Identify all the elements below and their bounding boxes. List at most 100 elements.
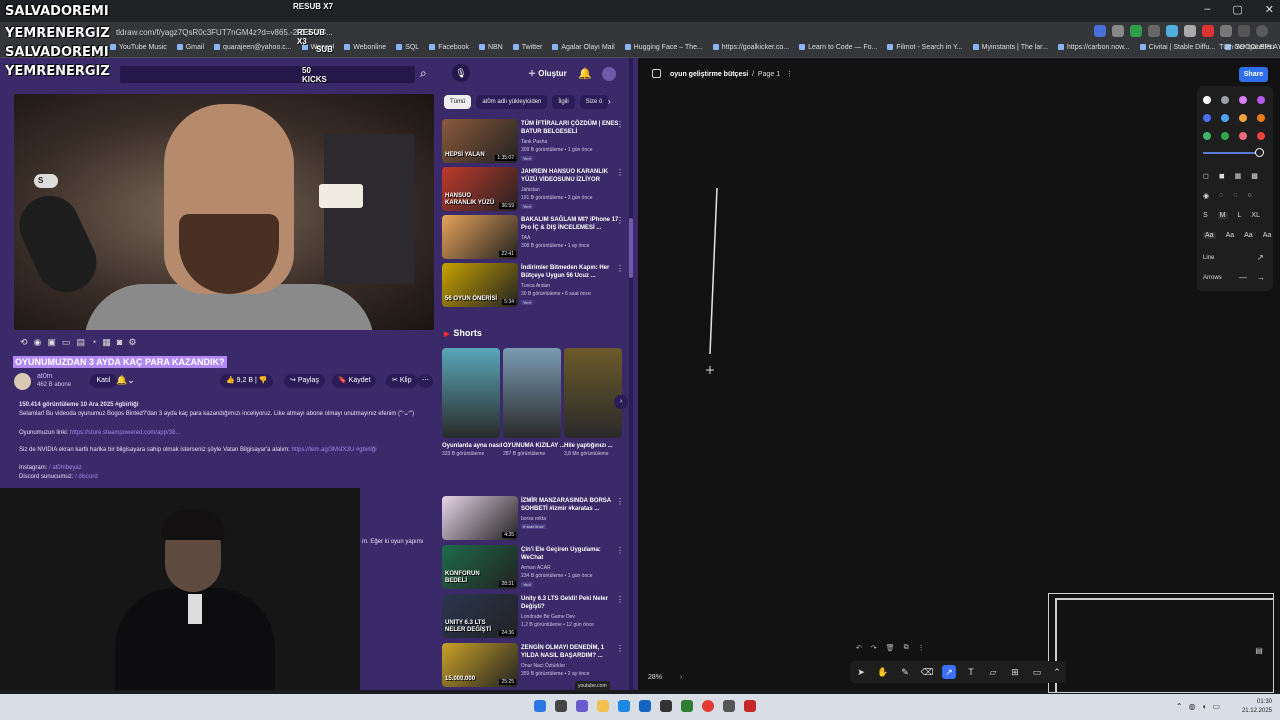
download-icon[interactable]	[1238, 25, 1250, 37]
video-thumbnail[interactable]: HANSUO KARANLIK YÜZÜ 36:59	[442, 167, 518, 211]
video-title[interactable]: İndirimler Bitmeden Kapın: Her Bütçeye U…	[521, 264, 621, 280]
puzzle-icon[interactable]	[1220, 25, 1232, 37]
audio-icon[interactable]: ◉	[34, 337, 42, 348]
opacity-slider-knob[interactable]	[1255, 148, 1264, 157]
color-swatch[interactable]	[1257, 114, 1265, 122]
recommended-video[interactable]: 4:35 İZMİR MANZARASINDA BORSA SOHBETİ #iz…	[442, 496, 632, 542]
color-swatch[interactable]	[1239, 114, 1247, 122]
app-icon[interactable]	[681, 700, 693, 712]
drawn-line[interactable]	[709, 187, 718, 355]
size-option[interactable]: S	[1203, 212, 1208, 219]
dash-dotted-icon[interactable]: ◌	[1233, 192, 1237, 200]
short-caption[interactable]: Hile yaptığınızı ... 3,8 Mn görüntüleme	[564, 442, 613, 458]
more-actions-icon[interactable]: ⋯	[418, 374, 433, 388]
font-option[interactable]: Aa	[1263, 232, 1272, 239]
short-thumbnail[interactable]	[442, 348, 500, 438]
video-thumbnail[interactable]: HEPSİ YALAN 1:35:07	[442, 119, 518, 163]
bookmark-item[interactable]: YouTube Music	[110, 44, 167, 51]
app-icon[interactable]	[576, 700, 588, 712]
network-icon[interactable]: ◍	[1189, 702, 1196, 711]
task-view-icon[interactable]	[555, 700, 567, 712]
video-channel[interactable]: Onur Naci Öztürkler	[521, 663, 565, 669]
video-player[interactable]: S	[14, 94, 434, 330]
color-swatch[interactable]	[1239, 96, 1247, 104]
color-swatch[interactable]	[1221, 114, 1229, 122]
bookmark-item[interactable]: Learn to Code — Fo...	[799, 44, 877, 51]
more-tools-icon[interactable]: ⌃	[1050, 665, 1064, 679]
dash-solid-icon[interactable]: ○	[1247, 192, 1251, 200]
extension-icon[interactable]	[1130, 25, 1142, 37]
video-channel[interactable]: Arman ACAR	[521, 565, 551, 571]
search-icon[interactable]: ⌕	[420, 66, 427, 81]
extension-icon[interactable]	[1202, 25, 1214, 37]
recommended-video[interactable]: HANSUO KARANLIK YÜZÜ 36:59 JAHREIN HANSUO …	[442, 167, 632, 213]
bookmark-item[interactable]: Agalar Olayı Mail	[552, 44, 614, 51]
camera-icon[interactable]: ◙	[117, 337, 122, 348]
recommended-video[interactable]: 56 OYUN ÖNERİSİ 5:34 İndirimler Bitmeden K…	[442, 263, 632, 309]
text-tool-icon[interactable]: T	[964, 665, 978, 679]
video-thumbnail[interactable]: 15.000.000 25:25	[442, 643, 518, 687]
video-title[interactable]: Unity 6.3 LTS Geldi! Peki Neler Değişti?	[521, 595, 621, 611]
video-channel[interactable]: Londrade Bir Game Dev	[521, 614, 575, 620]
short-thumbnail[interactable]	[564, 348, 622, 438]
opacity-slider[interactable]	[1203, 152, 1259, 154]
short-caption[interactable]: Oyunlarda ayna nasıl ... 333 B görüntülem…	[442, 442, 509, 458]
eraser-tool-icon[interactable]: ⌫	[920, 665, 934, 679]
fill-none-icon[interactable]: ◻	[1203, 172, 1209, 180]
battery-icon[interactable]: ▭	[1212, 702, 1220, 711]
like-button[interactable]: 👍 9,2 B | 👎	[220, 374, 274, 388]
clip-button[interactable]: ✂ Klip	[386, 374, 418, 388]
video-thumbnail[interactable]: KONFORUN BEDELİ 28:31	[442, 545, 518, 589]
filter-chip[interactable]: İlgili	[552, 95, 575, 109]
video-thumbnail[interactable]: 56 OYUN ÖNERİSİ 5:34	[442, 263, 518, 307]
zoom-menu-icon[interactable]: ›	[680, 674, 682, 681]
bookmark-item[interactable]: Weanal	[302, 44, 335, 51]
recommended-video[interactable]: HEPSİ YALAN 1:35:07 TÜM İFTİRALARI ÇÖZDÜM …	[442, 119, 632, 165]
bookmark-item[interactable]: https://carbon.now...	[1058, 44, 1130, 51]
edge-icon[interactable]	[618, 700, 630, 712]
font-option[interactable]: Aa	[1203, 232, 1216, 239]
start-icon[interactable]	[534, 700, 546, 712]
duplicate-icon[interactable]: ⧉	[904, 644, 909, 652]
extension-icon[interactable]	[1094, 25, 1106, 37]
video-title[interactable]: ZENGİN OLMAYI DENEDİM, 1 YILDA NASIL BAŞ…	[521, 644, 621, 660]
profile-icon[interactable]	[1256, 25, 1268, 37]
avatar[interactable]	[602, 67, 616, 81]
shorts-next-icon[interactable]: ›	[614, 395, 628, 409]
size-option[interactable]: XL	[1251, 212, 1260, 219]
subscribe-bell-icon[interactable]: 🔔⌄	[116, 375, 135, 386]
bookmark-item[interactable]: https://goalkicker.co...	[713, 44, 789, 51]
store-icon[interactable]	[639, 700, 651, 712]
chevron-right-icon[interactable]: ›	[608, 97, 611, 106]
discord-link[interactable]: / discord	[75, 474, 98, 480]
video-channel[interactable]: borsa rokta	[521, 516, 546, 522]
chrome-icon[interactable]	[702, 700, 714, 712]
app-icon[interactable]	[660, 700, 672, 712]
app-icon[interactable]	[723, 700, 735, 712]
loop-icon[interactable]: ⟲	[20, 337, 28, 348]
video-description[interactable]: 150.414 görüntüleme 10 Ara 2025 #gbirliğ…	[14, 396, 434, 486]
arrow-tool-icon[interactable]: ↗	[942, 665, 956, 679]
color-swatch[interactable]	[1203, 132, 1211, 140]
bookmark-item[interactable]: Civitai | Stable Diffu...	[1140, 44, 1216, 51]
minimize-icon[interactable]: –	[1204, 3, 1210, 16]
speed-icon[interactable]: ◔	[91, 337, 96, 348]
scrollbar-thumb[interactable]	[629, 218, 633, 278]
more-options-icon[interactable]: ⋮	[616, 595, 624, 604]
save-button[interactable]: 🔖 Kaydet	[332, 374, 377, 388]
more-options-icon[interactable]: ⋮	[616, 497, 624, 506]
asset-tool-icon[interactable]: ⊞	[1008, 665, 1022, 679]
color-swatch[interactable]	[1257, 132, 1265, 140]
close-icon[interactable]: ✕	[1265, 3, 1274, 16]
extension-icon[interactable]	[1166, 25, 1178, 37]
filter-chip[interactable]: Size ö	[579, 95, 609, 109]
bookmark-item[interactable]: SQL	[396, 44, 419, 51]
more-options-icon[interactable]: ⋮	[616, 546, 624, 555]
size-option[interactable]: M	[1217, 212, 1228, 219]
color-swatch[interactable]	[1203, 96, 1211, 104]
bookmark-item[interactable]: Gmail	[177, 44, 204, 51]
more-options-icon[interactable]: ⋮	[616, 644, 624, 653]
video-channel[interactable]: Tunca Arslan	[521, 283, 550, 289]
dash-draw-icon[interactable]: ◉	[1203, 192, 1209, 200]
bookmark-item[interactable]: Twitter	[513, 44, 543, 51]
